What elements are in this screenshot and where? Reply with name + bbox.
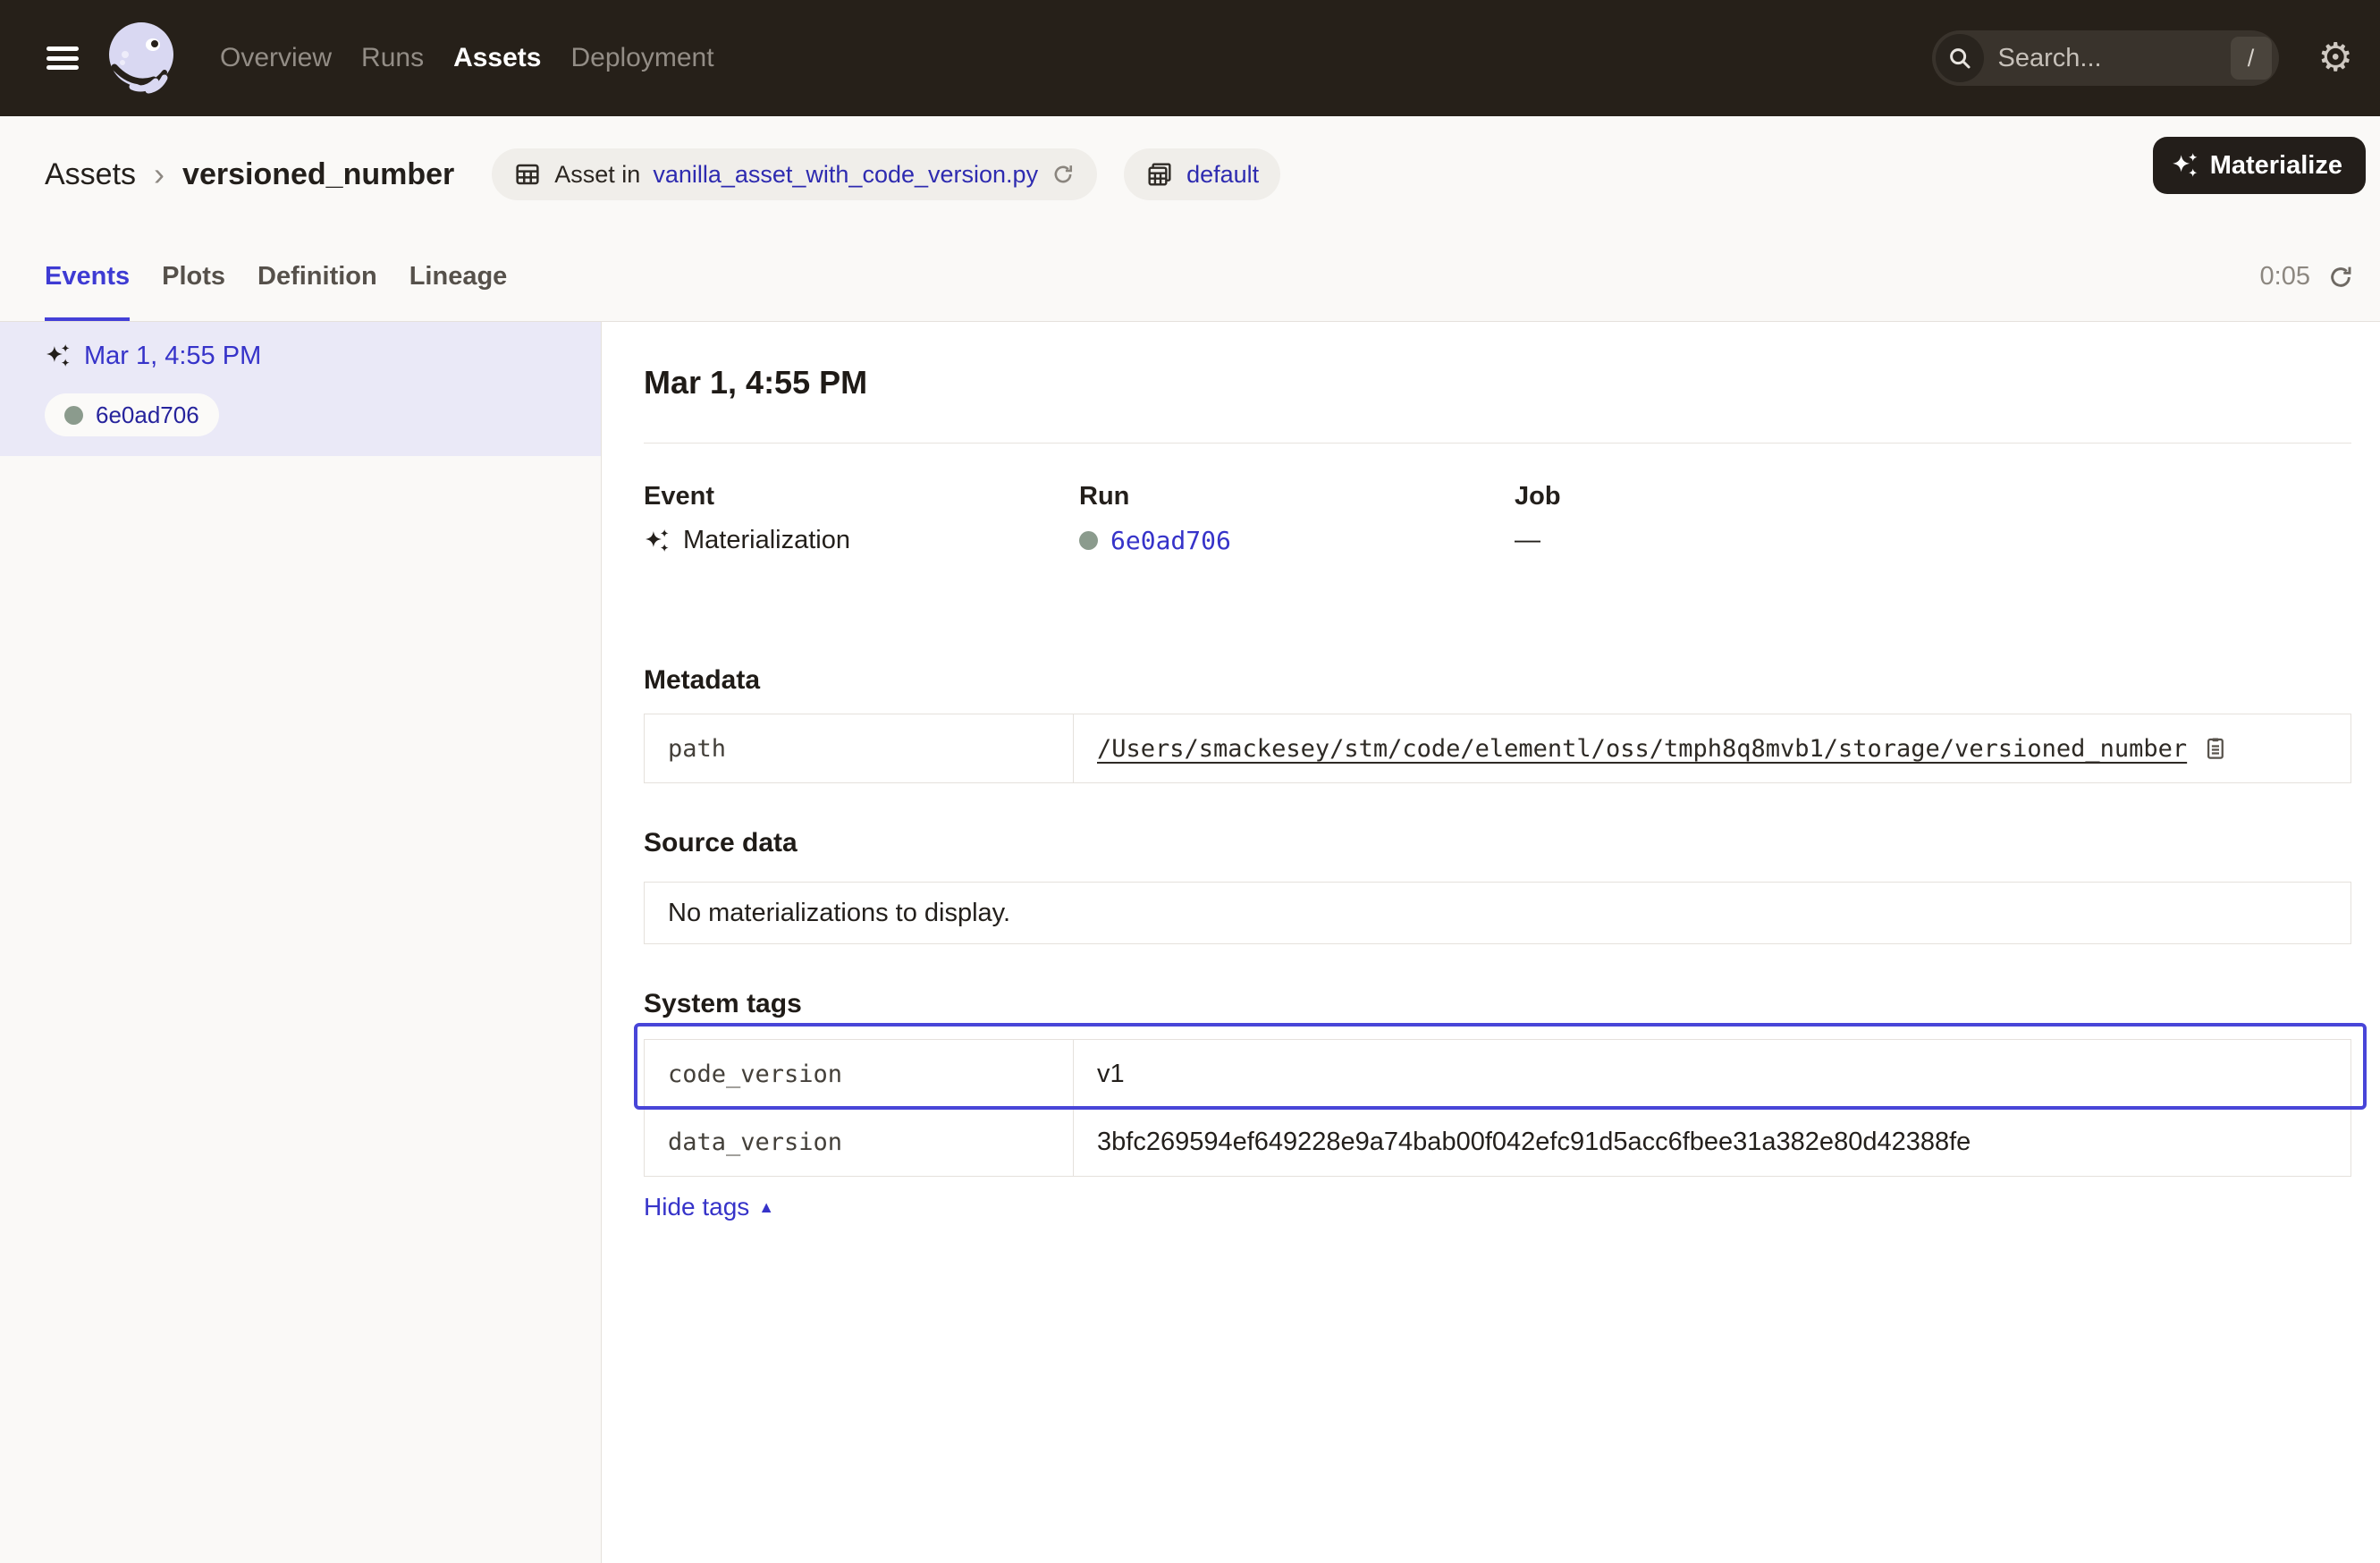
repo-default-link[interactable]: default <box>1186 161 1259 189</box>
hide-tags-label: Hide tags <box>644 1193 749 1221</box>
source-data-empty: No materializations to display. <box>644 882 2351 944</box>
content-area: Mar 1, 4:55 PM 6e0ad706 Mar 1, 4:55 PM E… <box>0 322 2380 1563</box>
tab-lineage[interactable]: Lineage <box>409 232 508 321</box>
run-column: Run 6e0ad706 <box>1079 481 1515 555</box>
page-header: Assets › versioned_number Asset in vanil… <box>0 116 2380 232</box>
copy-icon[interactable] <box>2201 735 2228 762</box>
event-timestamp-link[interactable]: Mar 1, 4:55 PM <box>84 342 261 371</box>
divider <box>644 443 2351 444</box>
event-type-value: Materialization <box>683 526 850 555</box>
metadata-table: path /Users/smackesey/stm/code/elementl/… <box>644 714 2351 783</box>
system-tags-heading: System tags <box>644 989 2351 1019</box>
repo-icon <box>1145 160 1174 189</box>
asset-badge-prefix: Asset in <box>554 161 640 189</box>
event-column: Event Materialization <box>644 481 1079 555</box>
tab-definition[interactable]: Definition <box>257 232 377 321</box>
reload-icon[interactable] <box>1051 162 1076 187</box>
metadata-path-link[interactable]: /Users/smackesey/stm/code/elementl/oss/t… <box>1097 735 2187 763</box>
table-row: data_version 3bfc269594ef649228e9a74bab0… <box>645 1108 2350 1176</box>
tabs-bar: Events Plots Definition Lineage 0:05 <box>0 232 2380 322</box>
top-nav: Overview Runs Assets Deployment / ⚙ <box>0 0 2380 116</box>
caret-up-icon: ▲ <box>758 1198 774 1217</box>
search-bar[interactable]: / <box>1932 30 2279 86</box>
run-id-link[interactable]: 6e0ad706 <box>1110 526 1231 555</box>
refresh-zone: 0:05 <box>2260 232 2355 321</box>
search-shortcut-badge: / <box>2231 37 2272 80</box>
nav-assets[interactable]: Assets <box>453 43 541 73</box>
menu-icon[interactable] <box>46 46 79 70</box>
system-tags-table: code_version v1 data_version 3bfc269594e… <box>644 1039 2351 1177</box>
source-data-heading: Source data <box>644 828 2351 858</box>
dagster-logo-icon[interactable] <box>102 17 179 99</box>
event-detail: Mar 1, 4:55 PM Event Materialization Run <box>602 322 2380 1563</box>
status-dot <box>64 406 83 425</box>
event-detail-title: Mar 1, 4:55 PM <box>644 363 2351 402</box>
asset-file-link[interactable]: vanilla_asset_with_code_version.py <box>653 161 1038 189</box>
asset-file-badge[interactable]: Asset in vanilla_asset_with_code_version… <box>492 148 1097 200</box>
settings-gear-icon[interactable]: ⚙ <box>2318 38 2353 78</box>
job-label: Job <box>1515 481 2351 511</box>
table-icon <box>513 160 542 189</box>
tab-events[interactable]: Events <box>45 232 130 321</box>
primary-nav: Overview Runs Assets Deployment <box>220 43 714 73</box>
repo-badge[interactable]: default <box>1124 148 1280 200</box>
search-icon <box>1936 34 1984 82</box>
search-input[interactable] <box>1998 44 2231 73</box>
sparkle-icon <box>2171 152 2199 179</box>
nav-overview[interactable]: Overview <box>220 43 332 73</box>
sparkle-icon <box>45 343 72 368</box>
nav-runs[interactable]: Runs <box>361 43 424 73</box>
job-value: — <box>1515 526 1540 555</box>
event-run-pill[interactable]: 6e0ad706 <box>45 393 219 436</box>
job-column: Job — <box>1515 481 2351 555</box>
event-list-item[interactable]: Mar 1, 4:55 PM 6e0ad706 <box>0 322 601 456</box>
tag-value: v1 <box>1097 1060 1125 1089</box>
event-summary-columns: Event Materialization Run 6e0ad706 <box>644 481 2351 551</box>
page-title: versioned_number <box>182 157 454 192</box>
table-row: code_version v1 <box>645 1040 2350 1108</box>
hide-tags-link[interactable]: Hide tags ▲ <box>644 1193 774 1221</box>
dagster-app: Overview Runs Assets Deployment / ⚙ Asse… <box>0 0 2380 1563</box>
materialize-button[interactable]: Materialize <box>2153 137 2366 194</box>
tag-key: code_version <box>645 1040 1074 1108</box>
events-sidebar: Mar 1, 4:55 PM 6e0ad706 <box>0 322 602 1563</box>
breadcrumb-chevron-icon: › <box>154 156 165 193</box>
sparkle-icon <box>644 528 671 553</box>
materialize-label: Materialize <box>2210 151 2342 181</box>
tag-value: 3bfc269594ef649228e9a74bab00f042efc91d5a… <box>1097 1128 1971 1157</box>
status-dot <box>1079 531 1098 550</box>
refresh-countdown: 0:05 <box>2260 262 2310 291</box>
table-row: path /Users/smackesey/stm/code/elementl/… <box>645 714 2350 782</box>
tab-plots[interactable]: Plots <box>162 232 225 321</box>
metadata-key: path <box>645 714 1074 782</box>
tag-key: data_version <box>645 1109 1074 1176</box>
run-label: Run <box>1079 481 1515 511</box>
event-run-id: 6e0ad706 <box>96 401 199 429</box>
refresh-icon[interactable] <box>2326 263 2355 291</box>
event-label: Event <box>644 481 1079 511</box>
nav-deployment[interactable]: Deployment <box>570 43 713 73</box>
breadcrumb-assets-link[interactable]: Assets <box>45 157 136 192</box>
metadata-heading: Metadata <box>644 665 2351 696</box>
